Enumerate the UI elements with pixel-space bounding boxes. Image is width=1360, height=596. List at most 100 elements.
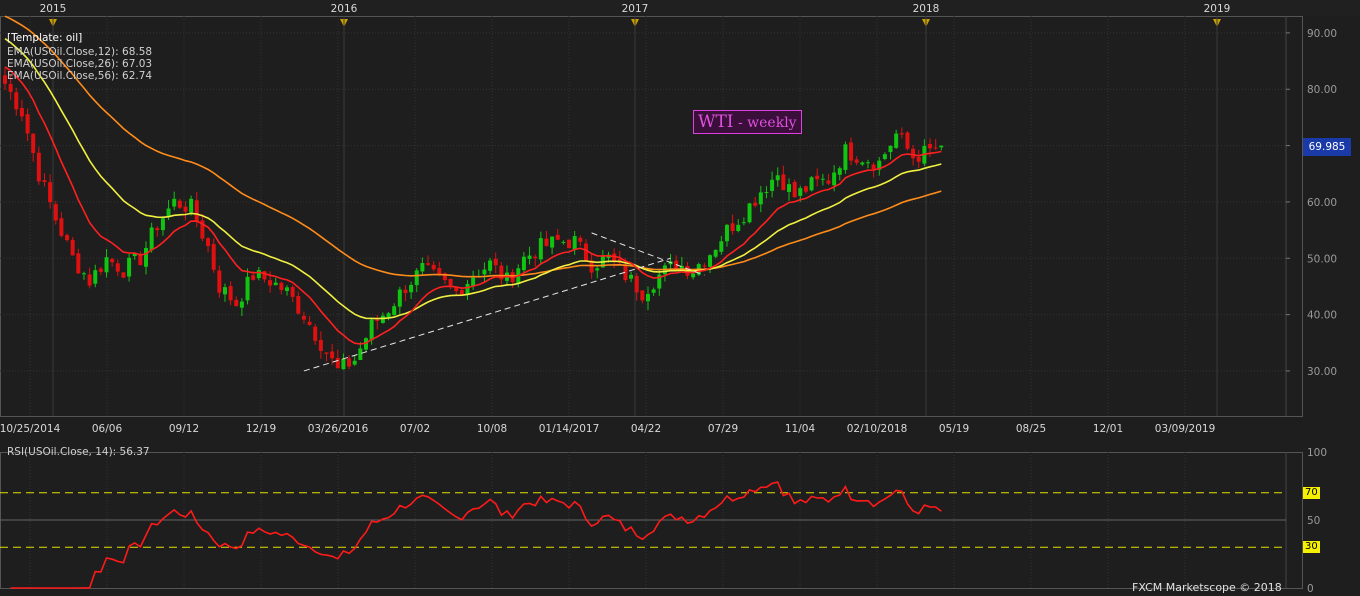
candle-body <box>19 108 24 117</box>
candle-body <box>155 228 160 231</box>
candle-body <box>578 237 583 242</box>
price-y-tick-label: 30.00 <box>1307 366 1337 378</box>
candle-body <box>330 351 335 359</box>
candle-body <box>172 198 177 207</box>
candle-body <box>409 284 414 293</box>
candle-body <box>8 83 13 92</box>
rsi-y-tick-label: 0 <box>1307 583 1314 595</box>
candle-body <box>837 168 842 175</box>
candle-body <box>533 256 538 259</box>
candle-body <box>882 154 887 159</box>
candle-body <box>572 236 577 250</box>
candle-body <box>916 157 921 162</box>
x-tick-label: 01/14/2017 <box>539 423 600 435</box>
chart-title-main: WTI <box>698 112 734 132</box>
template-label: [Template: oil] <box>7 32 83 44</box>
candle-body <box>832 172 837 186</box>
x-tick-label: 02/10/2018 <box>847 423 908 435</box>
x-tick-label: 03/09/2019 <box>1155 423 1216 435</box>
candle-body <box>324 352 329 354</box>
candle-body <box>144 247 149 267</box>
candle-body <box>708 255 713 267</box>
candle-body <box>544 238 549 246</box>
candle-body <box>860 162 865 165</box>
candle-body <box>211 244 216 270</box>
candle-body <box>482 269 487 275</box>
candle-body <box>335 357 340 369</box>
candle-body <box>939 145 944 148</box>
candle-body <box>629 274 634 279</box>
candle-body <box>228 286 233 301</box>
candle-body <box>651 289 656 293</box>
candle-body <box>279 282 284 291</box>
candle-body <box>815 175 820 180</box>
x-tick-label: 03/26/2016 <box>308 423 369 435</box>
candle-body <box>285 287 290 291</box>
x-tick-label: 12/01 <box>1093 423 1123 435</box>
candle-body <box>65 235 70 241</box>
ema-legend-entry: EMA(USOil.Close,56): 62.74 <box>7 70 152 82</box>
candle-body <box>471 277 476 287</box>
candle-body <box>567 239 572 249</box>
candle-body <box>183 206 188 212</box>
candle-body <box>53 204 58 221</box>
candle-body <box>296 296 301 314</box>
candle-body <box>14 92 19 110</box>
candle-body <box>301 315 306 320</box>
candle-body <box>809 177 814 191</box>
chart-canvas: 90.0080.0070.0060.0050.0040.0030.0010/25… <box>0 0 1360 596</box>
candle-body <box>691 273 696 278</box>
candle-body <box>595 268 600 271</box>
candle-body <box>634 275 639 293</box>
candle-body <box>380 315 385 323</box>
candle-body <box>905 132 910 149</box>
candle-body <box>888 145 893 153</box>
candle-body <box>358 348 363 360</box>
candle-body <box>741 222 746 224</box>
candle-body <box>31 133 36 153</box>
year-strip <box>0 0 1360 16</box>
candle-body <box>251 275 256 280</box>
x-tick-label: 04/22 <box>631 423 661 435</box>
year-label: 2019 <box>1204 3 1231 15</box>
candle-body <box>583 243 588 261</box>
candle-body <box>194 200 199 222</box>
candle-body <box>115 263 120 272</box>
candle-body <box>753 202 758 206</box>
candle-body <box>386 313 391 318</box>
candle-body <box>826 180 831 184</box>
candle-body <box>798 188 803 196</box>
candle-body <box>437 268 442 275</box>
x-tick-label: 09/12 <box>169 423 199 435</box>
candle-body <box>138 254 143 266</box>
candle-body <box>770 179 775 191</box>
rsi-level-badge: 30 <box>1303 541 1320 554</box>
candle-body <box>933 147 938 149</box>
candle-body <box>375 319 380 322</box>
rsi-y-tick-label: 100 <box>1307 447 1327 459</box>
candle-body <box>397 289 402 307</box>
x-tick-label: 10/25/2014 <box>0 423 61 435</box>
candle-body <box>640 290 645 301</box>
candle-body <box>792 181 797 198</box>
price-y-tick-label: 40.00 <box>1307 310 1337 322</box>
candle-body <box>239 301 244 308</box>
candle-body <box>803 186 808 192</box>
candle-body <box>42 180 47 182</box>
candle-body <box>189 198 194 213</box>
candle-body <box>849 142 854 161</box>
candle-body <box>59 218 64 236</box>
rsi-level-label: 50 <box>1307 515 1320 527</box>
year-label: 2016 <box>331 3 358 15</box>
candle-body <box>256 270 261 279</box>
candle-body <box>98 268 103 272</box>
candle-body <box>149 227 154 251</box>
candle-body <box>290 287 295 297</box>
candle-body <box>871 164 876 170</box>
candle-body <box>820 178 825 180</box>
x-tick-label: 12/19 <box>246 423 276 435</box>
candle-body <box>414 270 419 286</box>
candle-body <box>894 133 899 148</box>
candle-body <box>110 259 115 263</box>
candle-body <box>234 299 239 307</box>
